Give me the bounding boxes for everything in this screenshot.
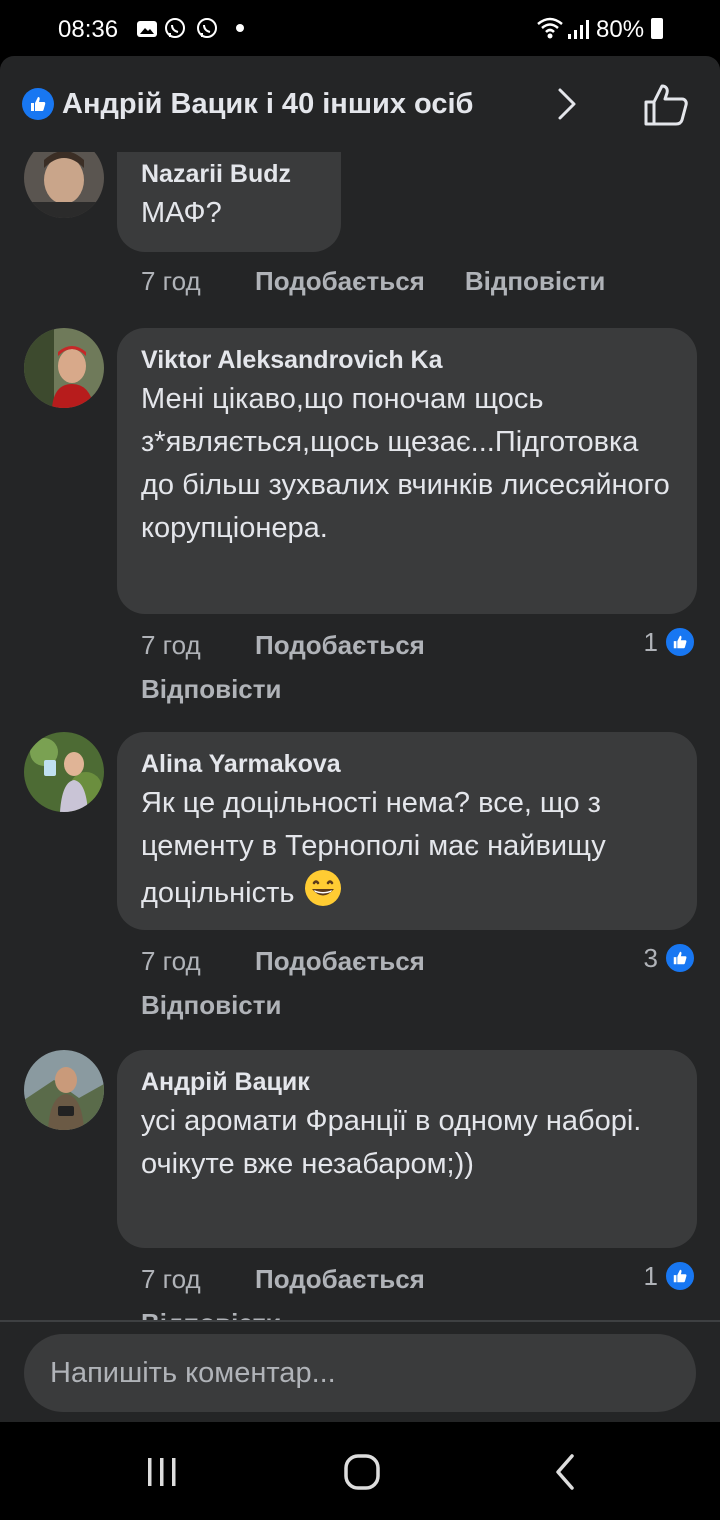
avatar[interactable] bbox=[24, 152, 104, 218]
comment-text: МАФ? bbox=[141, 197, 222, 229]
battery-percent: 80% bbox=[596, 16, 645, 43]
reply-button[interactable]: Відповісти bbox=[141, 990, 281, 1021]
comment-text-body: Як це доцільності нема? все, що з цемент… bbox=[141, 787, 606, 909]
reply-button[interactable]: Відповісти bbox=[465, 266, 605, 296]
like-button[interactable]: Подобається bbox=[255, 1264, 425, 1295]
like-reaction-icon bbox=[664, 1260, 696, 1292]
viber-icon bbox=[197, 18, 217, 38]
like-reaction-icon bbox=[22, 88, 54, 120]
avatar[interactable] bbox=[24, 1050, 104, 1130]
wifi-icon bbox=[537, 17, 563, 39]
comment-author[interactable]: Viktor Aleksandrovich Ka bbox=[141, 344, 673, 376]
comment-actions: 7 год Подобається bbox=[141, 1264, 465, 1295]
comment-text: Як це доцільності нема? все, що з цемент… bbox=[141, 782, 673, 915]
comment-actions: 7 год Подобається Відповісти bbox=[141, 266, 605, 297]
comment-author[interactable]: Nazarii Budz bbox=[141, 158, 317, 190]
like-reaction-icon bbox=[664, 626, 696, 658]
comment-author[interactable]: Андрій Вацик bbox=[141, 1066, 673, 1098]
reaction-count: 1 bbox=[643, 1260, 658, 1291]
comment-time: 7 год bbox=[141, 630, 201, 660]
back-icon[interactable] bbox=[544, 1452, 588, 1492]
signal-icon bbox=[568, 20, 589, 39]
comments-panel: Андрій Вацик і 40 інших осіб Nazarii Bud… bbox=[0, 56, 720, 1422]
comment-actions: 7 год Подобається bbox=[141, 946, 465, 977]
comment-actions: 7 год Подобається bbox=[141, 630, 465, 661]
comment-composer[interactable] bbox=[24, 1334, 696, 1412]
comment-time: 7 год bbox=[141, 946, 201, 976]
status-time: 08:36 bbox=[58, 16, 119, 43]
comment-bubble[interactable]: Андрій Вацик усі аромати Франції в одном… bbox=[117, 1050, 697, 1248]
reaction-count: 1 bbox=[643, 626, 658, 657]
like-button[interactable]: Подобається bbox=[255, 630, 425, 661]
like-button[interactable]: Подобається bbox=[255, 946, 425, 977]
comment-bubble[interactable]: Viktor Aleksandrovich Ka Мені цікаво,що … bbox=[117, 328, 697, 614]
composer-divider bbox=[0, 1320, 720, 1322]
viber-icon bbox=[165, 18, 185, 38]
reply-button[interactable]: Відповісти bbox=[141, 1308, 281, 1320]
reaction-count: 3 bbox=[643, 942, 658, 973]
reactions-header[interactable]: Андрій Вацик і 40 інших осіб bbox=[0, 56, 720, 152]
like-button[interactable]: Подобається bbox=[255, 266, 425, 297]
avatar[interactable] bbox=[24, 328, 104, 408]
system-nav-bar bbox=[0, 1422, 720, 1520]
comment-reactions[interactable]: 3 bbox=[644, 942, 696, 974]
comment-bubble[interactable]: Nazarii Budz МАФ? bbox=[117, 152, 341, 252]
gallery-icon bbox=[137, 21, 157, 37]
like-outline-icon[interactable] bbox=[642, 82, 690, 128]
reply-button[interactable]: Відповісти bbox=[141, 674, 281, 705]
comments-list[interactable]: Nazarii Budz МАФ? 7 год Подобається Відпов… bbox=[0, 152, 720, 1320]
home-icon[interactable] bbox=[340, 1452, 384, 1492]
like-reaction-icon bbox=[664, 942, 696, 974]
comment-bubble[interactable]: Alina Yarmakova Як це доцільності нема? … bbox=[117, 732, 697, 930]
comment-time: 7 год bbox=[141, 266, 201, 296]
comment-text: Мені цікаво,що поночам щось з*являється,… bbox=[141, 383, 670, 544]
chevron-right-icon[interactable] bbox=[552, 86, 582, 122]
comment-reactions[interactable]: 1 bbox=[644, 1260, 696, 1292]
comment-reactions[interactable]: 1 bbox=[644, 626, 696, 658]
grinning-emoji-icon bbox=[304, 870, 341, 906]
avatar[interactable] bbox=[24, 732, 104, 812]
battery-icon bbox=[651, 18, 663, 39]
reactions-summary[interactable]: Андрій Вацик і 40 інших осіб bbox=[62, 88, 473, 121]
status-bar: 08:36 80% bbox=[0, 0, 720, 56]
comment-author[interactable]: Alina Yarmakova bbox=[141, 748, 673, 780]
comment-text: усі аромати Франції в одному наборі. очі… bbox=[141, 1105, 642, 1180]
comment-time: 7 год bbox=[141, 1264, 201, 1294]
notification-dot bbox=[236, 24, 244, 32]
recent-apps-icon[interactable] bbox=[140, 1452, 184, 1492]
comment-input[interactable] bbox=[24, 1334, 696, 1412]
